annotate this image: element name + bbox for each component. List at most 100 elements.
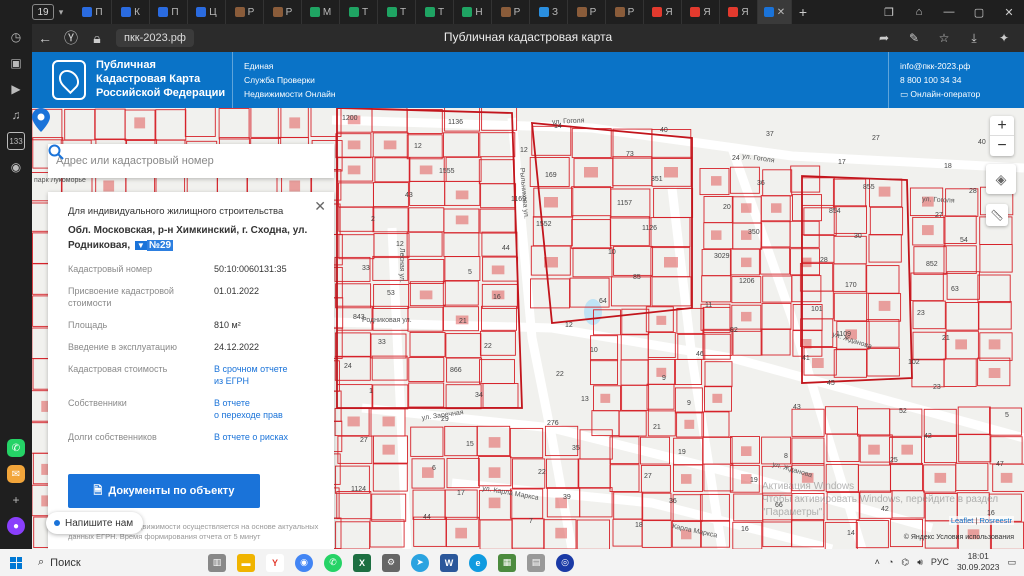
whatsapp-icon[interactable]: ✆ — [7, 439, 25, 457]
parcel-boundary[interactable] — [945, 302, 979, 331]
browser-tab[interactable]: М — [302, 0, 340, 24]
parcel-boundary[interactable] — [413, 516, 447, 547]
parcel-boundary[interactable] — [910, 272, 944, 302]
notifications-icon[interactable]: ▭ — [1007, 557, 1016, 568]
browser-tab[interactable]: Р — [606, 0, 644, 24]
browser-tab[interactable]: Ц — [188, 0, 226, 24]
music-icon[interactable]: ♫ — [7, 106, 25, 124]
parcel-boundary[interactable] — [406, 231, 443, 257]
parcel-boundary[interactable] — [868, 234, 902, 263]
zoom-out-button[interactable]: − — [990, 136, 1014, 156]
browser-tab[interactable]: П — [74, 0, 112, 24]
parcel-boundary[interactable] — [701, 275, 732, 303]
yandex-browser-icon[interactable]: Y — [266, 553, 284, 572]
browser-tab[interactable]: Т — [378, 0, 416, 24]
parcel-boundary[interactable] — [791, 275, 822, 303]
extensions-icon[interactable]: ✦ — [994, 28, 1014, 48]
parcel-boundary[interactable] — [978, 301, 1012, 330]
address-dropdown-icon[interactable]: ▼ — [134, 241, 147, 250]
parcel-boundary[interactable] — [443, 232, 480, 258]
parcel-boundary[interactable] — [833, 235, 867, 265]
chevron-down-icon[interactable]: ▾ — [54, 7, 68, 18]
parcel-boundary[interactable] — [184, 108, 216, 137]
parcel-boundary[interactable] — [64, 108, 96, 141]
language-indicator[interactable]: РУС — [931, 557, 949, 567]
rosreestr-link[interactable]: Rosreestr — [979, 516, 1012, 525]
parcel-boundary[interactable] — [482, 383, 519, 408]
bookmark-icon[interactable]: ☆ — [934, 28, 954, 48]
parcel-boundary[interactable] — [410, 426, 444, 457]
tab-close-icon[interactable]: ✕ — [777, 7, 785, 18]
map-pin-icon[interactable] — [32, 108, 50, 132]
owners-report-link[interactable]: В отчете — [214, 397, 283, 409]
tab-count-button[interactable]: 19 — [32, 4, 54, 20]
parcel-boundary[interactable] — [620, 359, 649, 386]
browser-tab[interactable]: К — [112, 0, 150, 24]
app-icon[interactable]: ▦ — [498, 553, 516, 572]
parcel-boundary[interactable] — [612, 156, 653, 187]
chat-button[interactable]: Напишите нам — [46, 512, 144, 534]
parcel-boundary[interactable] — [610, 276, 651, 307]
parcel-boundary[interactable] — [218, 108, 250, 140]
taskbar-search[interactable]: ⌕ Поиск — [32, 553, 152, 573]
browser-tab[interactable]: Н — [454, 0, 492, 24]
new-tab-button[interactable]: + — [792, 4, 814, 20]
ruler-icon[interactable]: 📏︎ — [986, 204, 1008, 226]
counter-icon[interactable]: 133 — [7, 132, 25, 150]
browser-tab[interactable]: Р — [264, 0, 302, 24]
parcel-boundary[interactable] — [338, 206, 375, 232]
parcel-boundary[interactable] — [762, 169, 793, 197]
start-button[interactable] — [0, 549, 32, 576]
parcel-boundary[interactable] — [704, 361, 733, 388]
parcel-boundary[interactable] — [646, 383, 675, 410]
parcel-boundary[interactable] — [338, 234, 375, 260]
parcel-boundary[interactable] — [336, 491, 372, 520]
parcel-boundary[interactable] — [409, 331, 446, 357]
browser-tab[interactable]: Я — [644, 0, 682, 24]
online-operator-link[interactable]: ▭ Онлайн-оператор — [900, 87, 980, 101]
parcel-boundary[interactable] — [335, 283, 372, 309]
parcel-boundary[interactable] — [833, 292, 868, 322]
parcel-boundary[interactable] — [408, 259, 445, 284]
share-icon[interactable]: ➦ — [874, 28, 894, 48]
clock[interactable]: 18:01 30.09.2023 — [957, 551, 1000, 573]
parcel-boundary[interactable] — [609, 464, 640, 492]
parcel-boundary[interactable] — [866, 265, 900, 294]
active-browser-tab[interactable]: ✕ — [758, 0, 792, 24]
network-icon[interactable]: ⌬ — [901, 557, 909, 568]
browser-tab[interactable]: Я — [720, 0, 758, 24]
parcel-boundary[interactable] — [866, 347, 900, 377]
url-field[interactable]: пкк-2023.рф — [116, 29, 194, 47]
parcel-boundary[interactable] — [572, 247, 613, 278]
chevron-up-icon[interactable]: ˄ — [875, 557, 880, 567]
parcel-boundary[interactable] — [445, 333, 482, 359]
downloads-icon[interactable]: ⤓ — [964, 28, 984, 48]
yandex-copyright[interactable]: © Яндекс Условия использования — [904, 534, 1014, 541]
edge-icon[interactable]: e — [469, 553, 487, 572]
app-icon[interactable]: ◎ — [556, 553, 574, 572]
parcel-boundary[interactable] — [832, 178, 867, 208]
parcel-boundary[interactable] — [155, 109, 187, 141]
parcel-boundary[interactable] — [799, 263, 834, 292]
browser-tab[interactable]: Р — [568, 0, 606, 24]
whatsapp-icon[interactable]: ✆ — [324, 553, 342, 572]
back-button[interactable]: ← — [32, 25, 58, 51]
maximize-button[interactable]: ▢ — [964, 0, 994, 24]
parcel-boundary[interactable] — [571, 186, 612, 217]
parcel-boundary[interactable] — [408, 357, 445, 382]
parcel-boundary[interactable] — [372, 182, 409, 208]
owners-report-link-2[interactable]: о переходе прав — [214, 409, 283, 421]
parcel-boundary[interactable] — [443, 132, 479, 158]
parcel-boundary[interactable] — [958, 434, 992, 463]
parcel-boundary[interactable] — [334, 332, 371, 358]
parcel-boundary[interactable] — [577, 458, 611, 489]
parcel-boundary[interactable] — [406, 134, 443, 160]
home-pin-icon[interactable] — [52, 60, 86, 100]
parcel-boundary[interactable] — [444, 256, 481, 281]
parcel-boundary[interactable] — [800, 290, 834, 320]
parcel-boundary[interactable] — [869, 206, 904, 236]
settings-icon[interactable]: ⚙ — [382, 553, 400, 572]
parcel-boundary[interactable] — [760, 328, 791, 356]
parcel-boundary[interactable] — [833, 349, 867, 378]
parcel-boundary[interactable] — [509, 427, 544, 459]
